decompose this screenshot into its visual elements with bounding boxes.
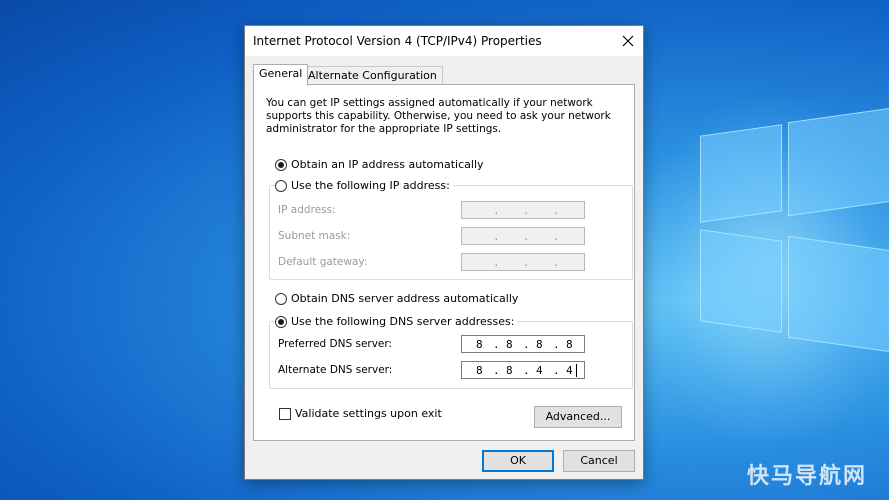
- radio-label: Obtain an IP address automatically: [291, 158, 484, 171]
- radio-use-following-dns[interactable]: Use the following DNS server addresses:: [275, 315, 518, 328]
- preferred-dns-label: Preferred DNS server:: [278, 338, 393, 350]
- default-gateway-field[interactable]: ...: [461, 253, 585, 271]
- radio-selected-dot: [278, 318, 284, 325]
- octet: 8: [566, 338, 573, 351]
- ipv4-properties-dialog: Internet Protocol Version 4 (TCP/IPv4) P…: [244, 25, 644, 480]
- octet: 8: [536, 338, 543, 351]
- radio-button[interactable]: [275, 315, 287, 328]
- validate-settings-checkbox[interactable]: Validate settings upon exit: [279, 407, 442, 420]
- octet: 8: [506, 338, 513, 351]
- checkbox-box[interactable]: [279, 407, 291, 420]
- octet: 4: [536, 364, 543, 377]
- default-gateway-label: Default gateway:: [278, 256, 368, 268]
- subnet-mask-field[interactable]: ...: [461, 227, 585, 245]
- tab-alternate-configuration[interactable]: Alternate Configuration: [302, 66, 443, 85]
- text-caret: [576, 364, 577, 377]
- alternate-dns-field[interactable]: 8 . 8 . 4 . 4: [461, 361, 585, 379]
- description-text: You can get IP settings assigned automat…: [266, 97, 611, 135]
- checkbox-label: Validate settings upon exit: [295, 407, 442, 420]
- advanced-button[interactable]: Advanced...: [534, 406, 622, 428]
- octet: 4: [566, 364, 573, 377]
- title-bar: Internet Protocol Version 4 (TCP/IPv4) P…: [245, 26, 643, 56]
- close-button[interactable]: [613, 26, 643, 56]
- radio-button[interactable]: [275, 292, 287, 305]
- tab-general[interactable]: General: [253, 64, 309, 86]
- site-watermark: 快马导航网: [746, 464, 867, 489]
- radio-use-following-ip[interactable]: Use the following IP address:: [275, 179, 453, 192]
- octet: 8: [506, 364, 513, 377]
- radio-obtain-dns-automatically[interactable]: Obtain DNS server address automatically: [275, 292, 522, 305]
- octet: 8: [476, 338, 483, 351]
- ip-address-field[interactable]: ...: [461, 201, 585, 219]
- windows-logo-icon: [700, 85, 889, 415]
- radio-label: Use the following DNS server addresses:: [291, 315, 515, 328]
- radio-button[interactable]: [275, 158, 287, 171]
- radio-button[interactable]: [275, 179, 287, 192]
- ip-address-label: IP address:: [278, 204, 336, 216]
- ok-button[interactable]: OK: [482, 450, 554, 472]
- close-icon: [622, 35, 634, 47]
- radio-obtain-ip-automatically[interactable]: Obtain an IP address automatically: [275, 158, 487, 171]
- dialog-title: Internet Protocol Version 4 (TCP/IPv4) P…: [253, 34, 542, 48]
- cancel-button[interactable]: Cancel: [563, 450, 635, 472]
- radio-label: Use the following IP address:: [291, 179, 450, 192]
- radio-selected-dot: [278, 161, 284, 168]
- subnet-mask-label: Subnet mask:: [278, 230, 351, 242]
- octet: 8: [476, 364, 483, 377]
- general-tab-panel: You can get IP settings assigned automat…: [253, 84, 635, 441]
- preferred-dns-field[interactable]: 8 . 8 . 8 . 8: [461, 335, 585, 353]
- alternate-dns-label: Alternate DNS server:: [278, 364, 393, 376]
- radio-label: Obtain DNS server address automatically: [291, 292, 519, 305]
